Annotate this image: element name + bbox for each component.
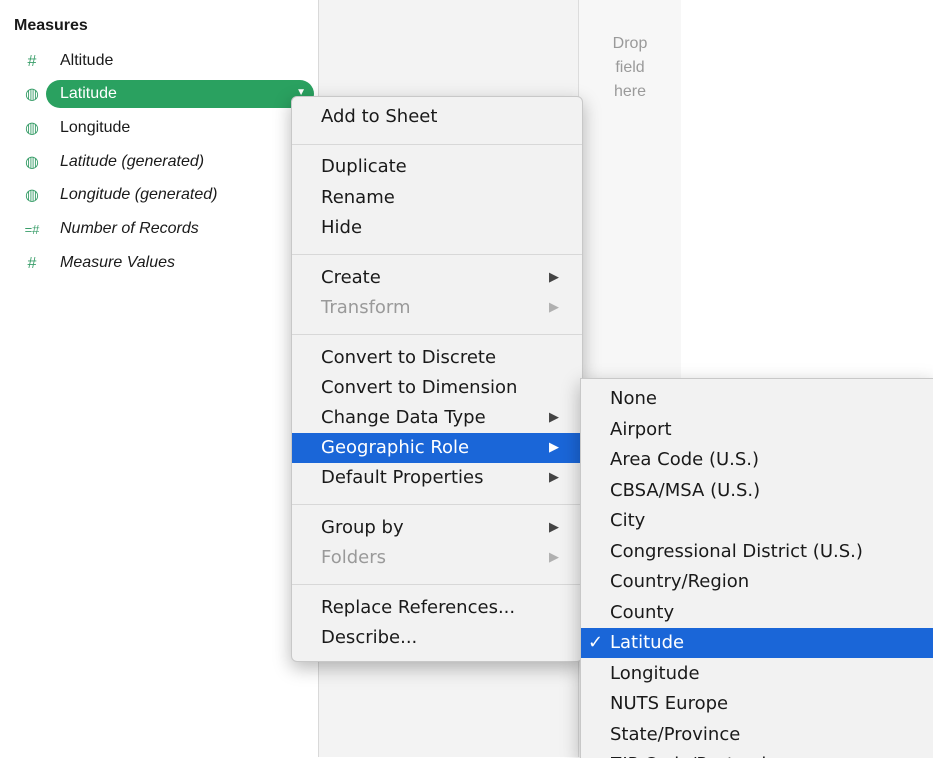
geo-role-label: CBSA/MSA (U.S.) <box>610 479 761 501</box>
field-longitude[interactable]: ◍ Longitude <box>14 115 314 143</box>
field-label: Latitude (generated) <box>60 153 205 170</box>
menu-separator <box>292 504 582 505</box>
menu-item-label: Add to Sheet <box>321 106 438 127</box>
geo-role-label: Congressional District (U.S.) <box>610 540 863 562</box>
geo-role-label: Country/Region <box>610 571 750 592</box>
menu-item-folders: Folders ▶ <box>292 543 582 573</box>
menu-item-label: Folders <box>321 547 387 568</box>
geographic-role-submenu: None Airport Area Code (U.S.) CBSA/MSA (U.S… <box>580 378 933 758</box>
menu-item-label: Create <box>321 267 381 288</box>
checkmark-icon: ✓ <box>588 632 604 653</box>
menu-item-transform: Transform ▶ <box>292 293 582 323</box>
field-latitude[interactable]: ◍ Latitude ▼ <box>14 80 314 109</box>
menu-item-replace-references[interactable]: Replace References... <box>292 593 582 623</box>
menu-separator <box>292 144 582 145</box>
field-label: Longitude <box>60 119 131 136</box>
field-label: Altitude <box>60 52 114 69</box>
geo-role-none[interactable]: None <box>581 384 933 414</box>
geo-role-longitude[interactable]: Longitude <box>581 659 933 689</box>
submenu-arrow-icon: ▶ <box>549 550 559 565</box>
geo-role-label: Area Code (U.S.) <box>610 449 760 470</box>
geo-role-state-province[interactable]: State/Province <box>581 720 933 750</box>
submenu-arrow-icon: ▶ <box>549 300 559 315</box>
calc-hash-icon: =# <box>24 222 40 237</box>
geo-role-label: Longitude <box>610 662 700 684</box>
menu-item-label: Default Properties <box>321 467 484 488</box>
field-label: Longitude (generated) <box>60 186 218 203</box>
menu-item-default-properties[interactable]: Default Properties ▶ <box>292 463 582 493</box>
geo-role-country-region[interactable]: Country/Region <box>581 567 933 597</box>
menu-item-label: Hide <box>321 217 363 238</box>
menu-item-label: Group by <box>321 517 404 538</box>
geo-role-airport[interactable]: Airport <box>581 415 933 445</box>
drop-field-hint: Drop field here <box>612 35 648 100</box>
field-altitude[interactable]: # Altitude <box>14 48 314 76</box>
submenu-arrow-icon: ▶ <box>549 470 559 485</box>
globe-icon: ◍ <box>25 120 39 137</box>
geo-role-label: None <box>610 388 657 409</box>
geo-role-county[interactable]: County <box>581 598 933 628</box>
geo-role-cbsa-msa-u-s[interactable]: CBSA/MSA (U.S.) <box>581 476 933 506</box>
field-number-of-records[interactable]: =# Number of Records <box>14 216 314 244</box>
menu-separator <box>292 584 582 585</box>
globe-icon: ◍ <box>25 86 39 103</box>
menu-item-convert-to-dimension[interactable]: Convert to Dimension <box>292 373 582 403</box>
data-pane: Measures # Altitude ◍ Latitude ▼ ◍ Longitude ◍ L… <box>0 0 318 757</box>
menu-separator <box>292 254 582 255</box>
hash-icon: # <box>27 53 37 70</box>
geo-role-city[interactable]: City <box>581 506 933 536</box>
menu-item-change-data-type[interactable]: Change Data Type ▶ <box>292 403 582 433</box>
geo-role-area-code-u-s[interactable]: Area Code (U.S.) <box>581 445 933 475</box>
menu-item-label: Convert to Dimension <box>321 377 518 398</box>
field-context-menu: Add to Sheet Duplicate Rename Hide Create ▶ Tr… <box>291 96 583 662</box>
menu-separator <box>292 334 582 335</box>
menu-item-label: Convert to Discrete <box>321 347 497 368</box>
menu-item-label: Rename <box>321 187 395 208</box>
submenu-arrow-icon: ▶ <box>549 410 559 425</box>
menu-item-rename[interactable]: Rename <box>292 183 582 213</box>
field-label: Measure Values <box>60 254 176 271</box>
geo-role-label: County <box>610 601 675 623</box>
globe-icon: ◍ <box>25 154 39 171</box>
menu-item-label: Geographic Role <box>321 437 470 458</box>
menu-item-hide[interactable]: Hide <box>292 213 582 243</box>
menu-item-describe[interactable]: Describe... <box>292 623 582 653</box>
submenu-arrow-icon: ▶ <box>549 520 559 535</box>
geo-role-nuts-europe[interactable]: NUTS Europe <box>581 689 933 719</box>
menu-item-label: Duplicate <box>321 156 407 177</box>
field-longitude-generated[interactable]: ◍ Longitude (generated) <box>14 182 314 210</box>
hash-icon: # <box>27 255 37 272</box>
menu-item-label: Transform <box>321 297 411 318</box>
menu-item-label: Change Data Type <box>321 407 486 428</box>
geo-role-label: State/Province <box>610 723 741 745</box>
submenu-arrow-icon: ▶ <box>549 270 559 285</box>
geo-role-label: City <box>610 510 646 531</box>
menu-item-group-by[interactable]: Group by ▶ <box>292 513 582 543</box>
field-label: Latitude <box>60 85 117 102</box>
field-label: Number of Records <box>60 220 199 237</box>
globe-icon: ◍ <box>25 187 39 204</box>
submenu-arrow-icon: ▶ <box>549 440 559 455</box>
geo-role-congressional-district-u-s[interactable]: Congressional District (U.S.) <box>581 537 933 567</box>
measures-section-title: Measures <box>14 17 88 34</box>
geo-role-latitude[interactable]: ✓ Latitude <box>581 628 933 658</box>
menu-item-create[interactable]: Create ▶ <box>292 263 582 293</box>
geo-role-label: NUTS Europe <box>610 693 729 714</box>
menu-item-geographic-role[interactable]: Geographic Role ▶ <box>292 433 582 463</box>
field-latitude-generated[interactable]: ◍ Latitude (generated) <box>14 149 314 177</box>
menu-item-label: Describe... <box>321 627 418 648</box>
menu-item-convert-to-discrete[interactable]: Convert to Discrete <box>292 343 582 373</box>
geo-role-label: Airport <box>610 418 672 440</box>
menu-item-duplicate[interactable]: Duplicate <box>292 152 582 182</box>
menu-item-label: Replace References... <box>321 597 516 618</box>
menu-item-add-to-sheet[interactable]: Add to Sheet <box>292 102 582 132</box>
field-measure-values[interactable]: # Measure Values <box>14 250 314 278</box>
geo-role-label: Latitude <box>610 632 685 653</box>
